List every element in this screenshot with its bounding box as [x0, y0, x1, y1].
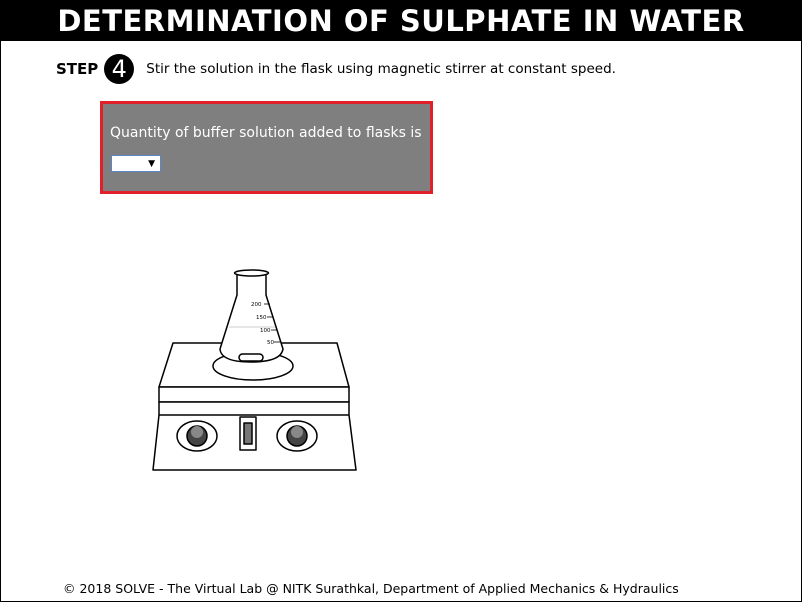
flask-graduation-150: 150	[256, 315, 267, 321]
stirrer-top-edge	[158, 386, 350, 403]
step-number-badge: 4	[104, 54, 135, 84]
step-label: STEP	[56, 60, 99, 78]
step-instruction: Stir the solution in the flask using mag…	[146, 61, 616, 77]
flask-graduation-50: 50	[267, 340, 274, 346]
dropdown-arrow-icon: ▼	[148, 159, 155, 169]
question-panel: Quantity of buffer solution added to fla…	[100, 101, 433, 194]
conical-flask[interactable]: 200 150 100 50	[219, 269, 284, 363]
right-knob-highlight	[291, 426, 303, 438]
flask-body	[219, 273, 284, 363]
stir-bar-icon	[238, 353, 264, 362]
flask-mouth	[233, 269, 270, 277]
flask-graduation-100: 100	[260, 328, 271, 334]
buffer-quantity-select[interactable]: ▼	[111, 155, 161, 172]
left-knob-highlight	[191, 426, 203, 438]
power-switch-toggle-icon	[243, 422, 253, 445]
stirrer-apparatus: 200 150 100 50	[152, 269, 357, 471]
footer-credit: © 2018 SOLVE - The Virtual Lab @ NITK Su…	[63, 581, 679, 596]
lab-frame: DETERMINATION OF SULPHATE IN WATER STEP …	[0, 0, 802, 602]
question-text: Quantity of buffer solution added to fla…	[110, 125, 422, 141]
step-row: STEP 4 Stir the solution in the flask us…	[56, 54, 616, 84]
page-title: DETERMINATION OF SULPHATE IN WATER	[1, 1, 801, 41]
flask-graduation-200: 200	[251, 302, 262, 308]
